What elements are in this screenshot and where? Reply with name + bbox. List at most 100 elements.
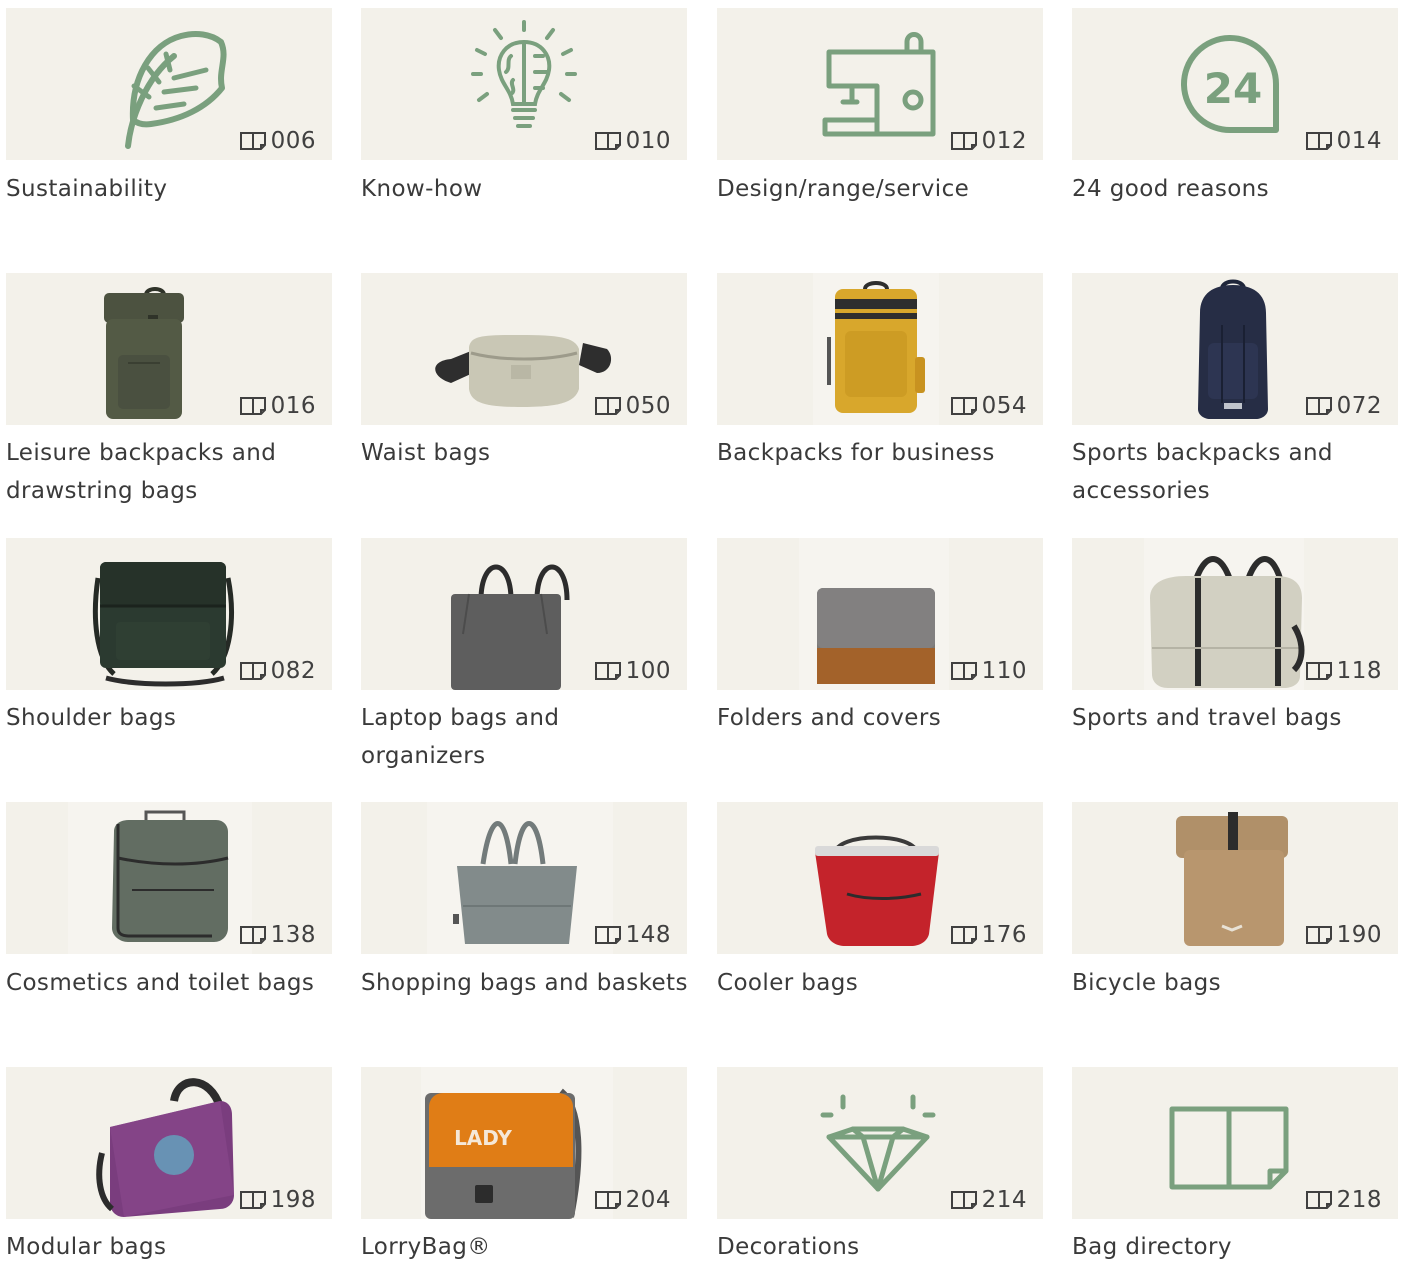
badge-text: 24 [1204, 64, 1262, 113]
page-reference: 118 [1305, 658, 1382, 684]
category-tile-cosmetics[interactable]: 138 [6, 802, 332, 954]
page-number: 110 [981, 658, 1027, 684]
category-label[interactable]: Sustainability [6, 170, 336, 208]
page-reference: 218 [1305, 1187, 1382, 1213]
book-icon [594, 662, 621, 680]
page-reference: 054 [950, 393, 1027, 419]
category-label[interactable]: Cooler bags [717, 964, 1047, 1002]
book-icon [594, 397, 621, 415]
book-icon [1305, 397, 1332, 415]
page-reference: 100 [594, 658, 671, 684]
category-tile-bag-directory[interactable]: 218 [1072, 1067, 1398, 1219]
book-icon [950, 662, 977, 680]
page-reference: 110 [950, 658, 1027, 684]
category-label[interactable]: Bag directory [1072, 1228, 1402, 1266]
page-number: 100 [625, 658, 671, 684]
page-number: 006 [270, 128, 316, 154]
page-number: 012 [981, 128, 1027, 154]
page-number: 148 [625, 922, 671, 948]
page-number: 190 [1336, 922, 1382, 948]
category-tile-backpacks-business[interactable]: 054 [717, 273, 1043, 425]
page-reference: 016 [239, 393, 316, 419]
category-tile-shopping-bags[interactable]: 148 [361, 802, 687, 954]
book-icon [239, 397, 266, 415]
category-tile-design[interactable]: 012 [717, 8, 1043, 160]
category-tile-know-how[interactable]: 010 [361, 8, 687, 160]
book-icon [950, 1191, 977, 1209]
page-number: 050 [625, 393, 671, 419]
category-label[interactable]: Leisure backpacks and drawstring bags [6, 434, 336, 510]
page-number: 072 [1336, 393, 1382, 419]
book-icon [1305, 662, 1332, 680]
category-tile-lorrybag[interactable]: LADY 204 [361, 1067, 687, 1219]
page-number: 176 [981, 922, 1027, 948]
category-tile-waist-bags[interactable]: 050 [361, 273, 687, 425]
page-reference: 190 [1305, 922, 1382, 948]
page-number: 218 [1336, 1187, 1382, 1213]
book-icon [1305, 1191, 1332, 1209]
category-label[interactable]: Sports and travel bags [1072, 699, 1402, 737]
category-tile-laptop-bags[interactable]: 100 [361, 538, 687, 690]
category-tile-bicycle-bags[interactable]: 190 [1072, 802, 1398, 954]
category-label[interactable]: Decorations [717, 1228, 1047, 1266]
category-label[interactable]: Backpacks for business [717, 434, 1047, 472]
book-icon [1305, 926, 1332, 944]
category-label[interactable]: Cosmetics and toilet bags [6, 964, 336, 1002]
category-label[interactable]: Shopping bags and baskets [361, 964, 691, 1002]
page-number: 118 [1336, 658, 1382, 684]
book-icon [239, 1191, 266, 1209]
page-reference: 014 [1305, 128, 1382, 154]
category-label[interactable]: Know-how [361, 170, 691, 208]
book-icon [594, 132, 621, 150]
category-tile-sustainability[interactable]: 006 [6, 8, 332, 160]
category-tile-modular-bags[interactable]: 198 [6, 1067, 332, 1219]
book-icon [594, 926, 621, 944]
page-reference: 198 [239, 1187, 316, 1213]
category-tile-sports-backpacks[interactable]: 072 [1072, 273, 1398, 425]
page-reference: 082 [239, 658, 316, 684]
category-grid: 006 Sustainability 010 Know-how 012 Desi… [0, 0, 1405, 1260]
category-label[interactable]: Shoulder bags [6, 699, 336, 737]
page-reference: 138 [239, 922, 316, 948]
page-number: 204 [625, 1187, 671, 1213]
book-icon [594, 1191, 621, 1209]
page-number: 214 [981, 1187, 1027, 1213]
category-tile-travel-bags[interactable]: 118 [1072, 538, 1398, 690]
category-label[interactable]: Folders and covers [717, 699, 1047, 737]
category-label[interactable]: Waist bags [361, 434, 691, 472]
book-icon [950, 926, 977, 944]
category-tile-leisure-backpacks[interactable]: 016 [6, 273, 332, 425]
page-number: 010 [625, 128, 671, 154]
page-number: 016 [270, 393, 316, 419]
page-number: 138 [270, 922, 316, 948]
page-reference: 214 [950, 1187, 1027, 1213]
category-tile-cooler-bags[interactable]: 176 [717, 802, 1043, 954]
book-icon [950, 397, 977, 415]
category-label[interactable]: LorryBag® [361, 1228, 691, 1266]
category-tile-decorations[interactable]: 214 [717, 1067, 1043, 1219]
category-tile-shoulder-bags[interactable]: 082 [6, 538, 332, 690]
page-reference: 204 [594, 1187, 671, 1213]
book-icon [950, 132, 977, 150]
page-reference: 148 [594, 922, 671, 948]
category-label[interactable]: Design/range/service [717, 170, 1047, 208]
page-number: 054 [981, 393, 1027, 419]
page-reference: 012 [950, 128, 1027, 154]
page-reference: 072 [1305, 393, 1382, 419]
category-tile-24-good-reasons[interactable]: 24 014 [1072, 8, 1398, 160]
category-label[interactable]: Sports backpacks and accessories [1072, 434, 1402, 510]
page-number: 082 [270, 658, 316, 684]
page-number: 014 [1336, 128, 1382, 154]
category-tile-folders[interactable]: 110 [717, 538, 1043, 690]
page-reference: 050 [594, 393, 671, 419]
category-label[interactable]: Modular bags [6, 1228, 336, 1266]
book-icon [1305, 132, 1332, 150]
page-reference: 176 [950, 922, 1027, 948]
category-label[interactable]: 24 good reasons [1072, 170, 1402, 208]
category-label[interactable]: Laptop bags and organizers [361, 699, 691, 775]
page-reference: 006 [239, 128, 316, 154]
category-label[interactable]: Bicycle bags [1072, 964, 1402, 1002]
book-icon [239, 132, 266, 150]
book-icon [239, 662, 266, 680]
page-reference: 010 [594, 128, 671, 154]
